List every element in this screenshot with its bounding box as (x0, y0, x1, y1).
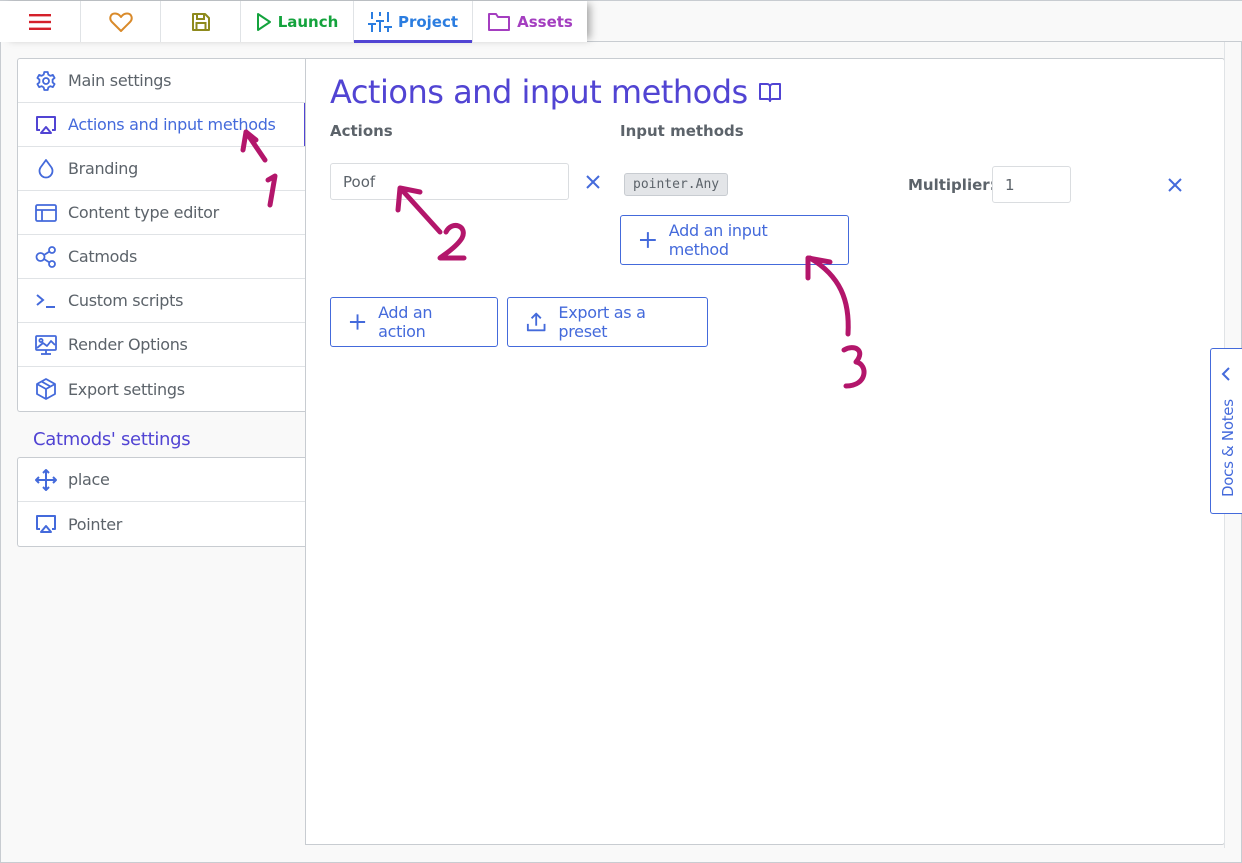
sidebar-item-branding[interactable]: Branding (18, 147, 306, 191)
book-icon[interactable] (758, 81, 782, 103)
export-preset-label: Export as a preset (558, 303, 646, 341)
sidebar-item-custom-scripts[interactable]: Custom scripts (18, 279, 306, 323)
sidebar-item-label: Pointer (68, 514, 123, 534)
add-action-label: Add an action (378, 303, 433, 341)
catmods-settings-heading: Catmods' settings (33, 429, 191, 450)
sidebar-item-label: Custom scripts (68, 291, 184, 310)
action-name-input[interactable] (330, 163, 569, 200)
multiplier-input[interactable] (992, 166, 1071, 203)
settings-sidebar: Main settings Actions and input methods … (17, 58, 306, 412)
move-icon (34, 468, 58, 492)
main-panel: Actions and input methods Actions Input … (305, 58, 1225, 845)
sidebar-item-content-type-editor[interactable]: Content type editor (18, 191, 306, 235)
sidebar-item-label: Render Options (68, 335, 188, 354)
upload-icon (526, 312, 546, 332)
tab-launch[interactable]: Launch (241, 1, 354, 42)
sidebar-item-actions-and-input-methods[interactable]: Actions and input methods (18, 103, 306, 147)
page-title-text: Actions and input methods (330, 73, 748, 111)
menu-button[interactable] (0, 1, 81, 42)
sidebar-item-place[interactable]: place (18, 458, 306, 502)
tab-assets[interactable]: Assets (473, 1, 587, 42)
export-preset-button[interactable]: Export as a preset (507, 297, 708, 347)
folder-icon (488, 12, 511, 31)
plus-icon (639, 232, 656, 248)
tab-assets-label: Assets (517, 12, 573, 31)
share-nodes-icon (34, 245, 58, 269)
docs-rail (1224, 514, 1225, 848)
airplay-icon (34, 113, 58, 137)
heart-icon (108, 12, 133, 32)
docs-notes-toggle[interactable]: Docs & Notes (1210, 348, 1242, 514)
input-method-code: pointer.Any (624, 173, 729, 196)
save-button[interactable] (161, 1, 241, 42)
sidebar-item-label: Actions and input methods (68, 115, 276, 134)
actions-column-label: Actions (330, 122, 393, 140)
sidebar-item-label: Main settings (68, 71, 172, 90)
tab-project-label: Project (397, 12, 459, 31)
monitor-image-icon (34, 333, 58, 357)
sidebar-item-label: place (68, 470, 110, 489)
docs-notes-label: Docs & Notes (1219, 399, 1237, 497)
gear-icon (34, 69, 58, 93)
close-icon (1168, 178, 1182, 192)
sidebar-item-main-settings[interactable]: Main settings (18, 59, 306, 103)
sidebar-item-label: Catmods (68, 247, 138, 266)
save-icon (191, 12, 210, 31)
catmods-sidebar: place Pointer (17, 457, 306, 547)
top-nav-bar: Launch Project Assets (0, 0, 1242, 43)
sidebar-item-pointer[interactable]: Pointer (18, 502, 306, 546)
tab-project[interactable]: Project (354, 1, 473, 43)
tab-launch-label: Launch (277, 12, 339, 31)
airplay-icon (34, 512, 58, 536)
terminal-icon (34, 289, 58, 313)
sidebar-item-label: Content type editor (68, 203, 219, 222)
droplet-icon (34, 157, 58, 181)
sidebar-item-label: Branding (68, 159, 138, 178)
delete-action-button[interactable] (582, 171, 604, 193)
page-title: Actions and input methods (330, 73, 782, 111)
sidebar-item-label: Export settings (68, 379, 185, 399)
multiplier-label: Multiplier: (908, 176, 996, 194)
add-action-button[interactable]: Add an action (330, 297, 498, 347)
hamburger-menu-icon (29, 13, 51, 30)
favorites-button[interactable] (81, 1, 161, 42)
layout-icon (34, 201, 58, 225)
top-nav-tabs: Launch Project Assets (0, 1, 587, 43)
docs-rail (1224, 42, 1225, 348)
sliders-icon (367, 11, 392, 32)
plus-icon (349, 314, 366, 330)
input-methods-column-label: Input methods (620, 122, 744, 140)
package-icon (34, 377, 58, 401)
chevron-left-icon (1221, 367, 1230, 381)
sidebar-item-catmods[interactable]: Catmods (18, 235, 306, 279)
play-icon (256, 12, 271, 31)
close-icon (586, 175, 600, 189)
sidebar-item-export-settings[interactable]: Export settings (18, 367, 306, 411)
add-input-method-button[interactable]: Add an input method (620, 215, 849, 265)
add-input-method-label: Add an input method (668, 221, 768, 259)
sidebar-item-render-options[interactable]: Render Options (18, 323, 306, 367)
delete-input-method-button[interactable] (1164, 174, 1186, 196)
